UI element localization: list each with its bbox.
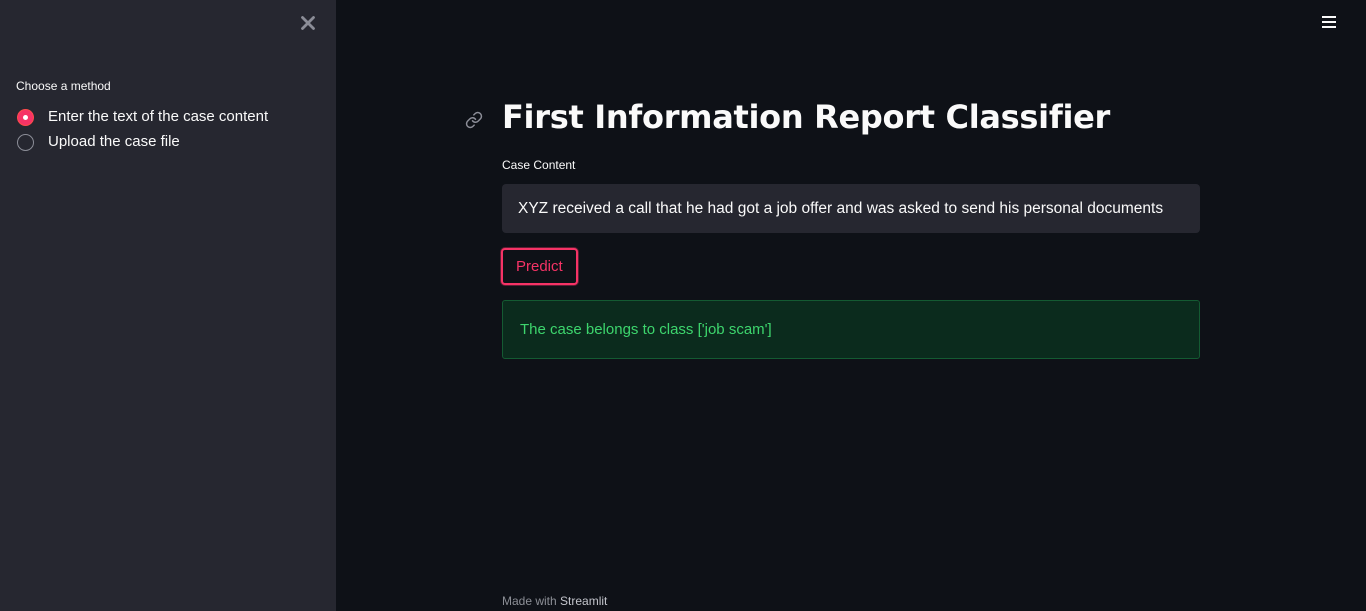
hamburger-icon[interactable] bbox=[1322, 16, 1338, 30]
predict-button[interactable]: Predict bbox=[501, 248, 578, 285]
footer: Made with Streamlit bbox=[502, 594, 607, 608]
radio-option-text-content[interactable]: Enter the text of the case content bbox=[17, 107, 268, 127]
radio-group-label: Choose a method bbox=[16, 79, 111, 93]
success-alert: The case belongs to class ['job scam'] bbox=[502, 300, 1200, 359]
radio-unchecked-icon[interactable] bbox=[17, 133, 34, 151]
sidebar: Choose a method Enter the text of the ca… bbox=[0, 0, 336, 611]
footer-prefix: Made with bbox=[502, 594, 561, 608]
radio-option-label: Upload the case file bbox=[48, 133, 180, 150]
case-content-label: Case Content bbox=[502, 158, 576, 172]
radio-option-upload-file[interactable]: Upload the case file bbox=[17, 132, 180, 152]
page-title: First Information Report Classifier bbox=[502, 98, 1111, 136]
radio-checked-icon[interactable] bbox=[17, 108, 34, 126]
close-icon[interactable] bbox=[296, 11, 320, 35]
footer-brand-link[interactable]: Streamlit bbox=[560, 594, 607, 608]
streamlit-app: Choose a method Enter the text of the ca… bbox=[0, 0, 1366, 611]
case-content-input[interactable] bbox=[502, 184, 1200, 233]
result-text: The case belongs to class ['job scam'] bbox=[520, 321, 772, 338]
radio-option-label: Enter the text of the case content bbox=[48, 108, 269, 125]
link-icon[interactable] bbox=[465, 111, 483, 129]
